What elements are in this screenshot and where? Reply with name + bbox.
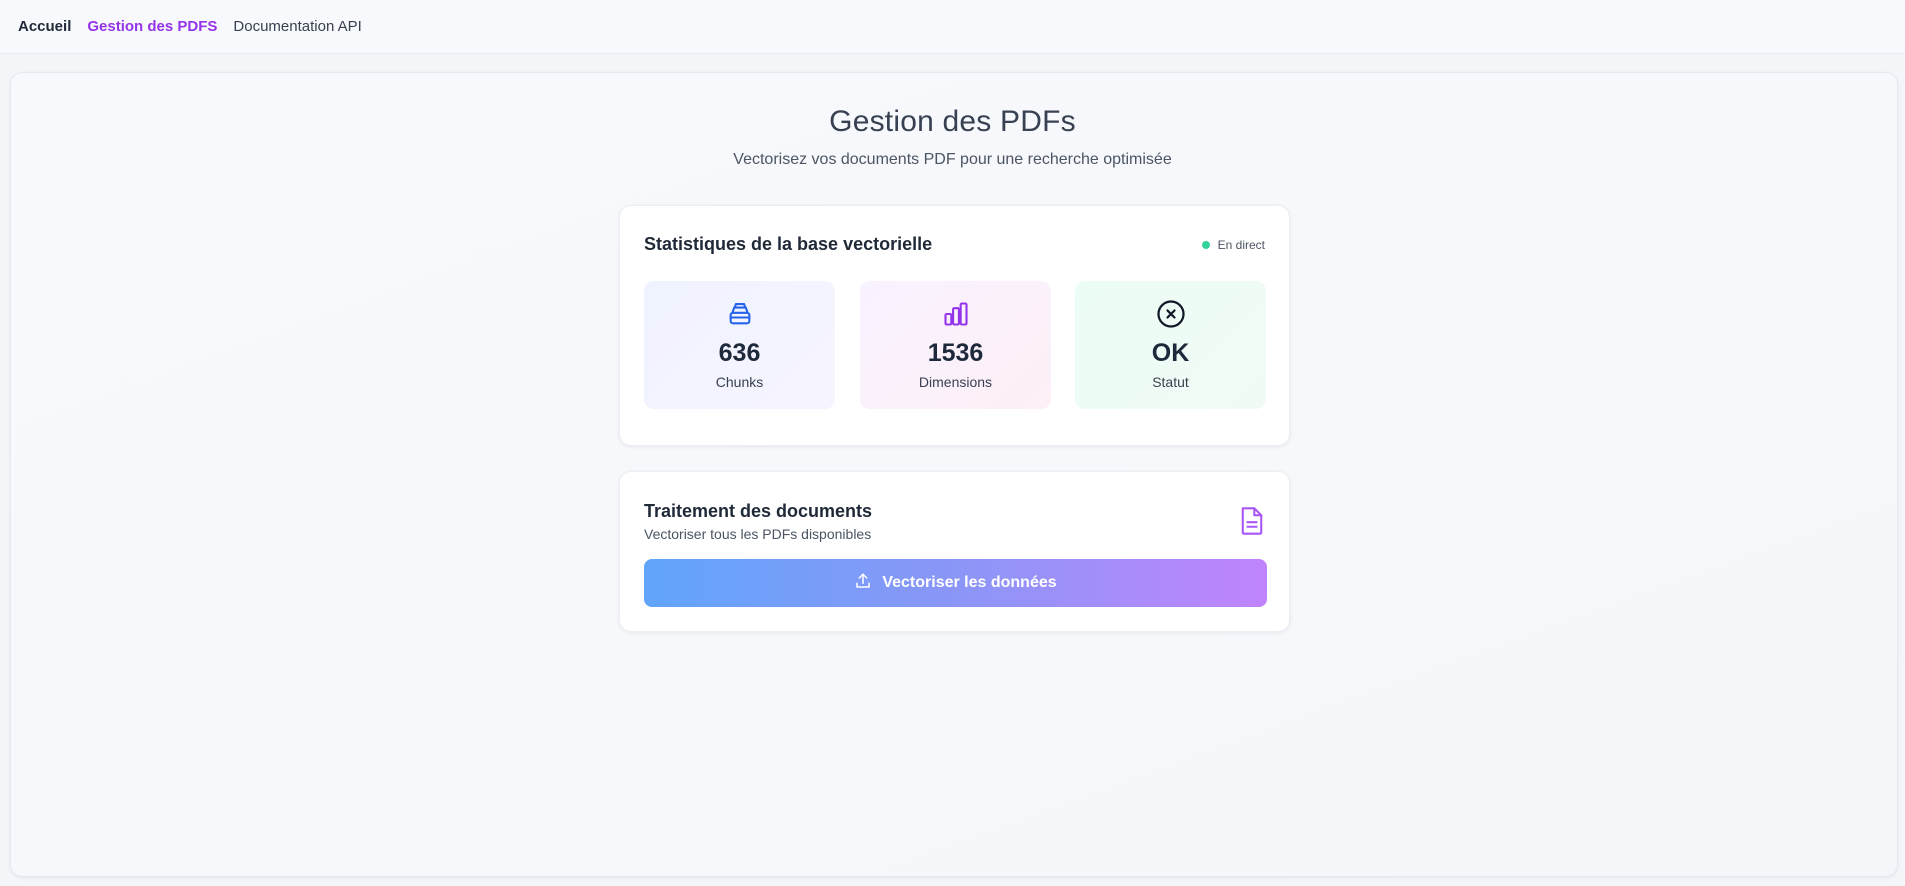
page-title: Gestion des PDFs <box>829 105 1076 138</box>
stat-value: OK <box>1151 339 1190 367</box>
nav-home-link[interactable]: Accueil <box>18 18 71 35</box>
close-circle-icon <box>1156 299 1186 329</box>
stat-label: Chunks <box>715 374 764 390</box>
processing-title: Traitement des documents <box>644 501 873 521</box>
stat-tile-dimensions: 1536 Dimensions <box>860 281 1051 409</box>
upload-icon <box>854 572 872 595</box>
bar-chart-icon <box>942 299 970 329</box>
top-navigation: Accueil Gestion des PDFS Documentation A… <box>0 0 1905 54</box>
stat-tile-status: OK Statut <box>1075 281 1266 409</box>
stat-label: Dimensions <box>918 374 993 390</box>
live-label: En direct <box>1217 238 1265 252</box>
stats-title: Statistiques de la base vectorielle <box>644 234 933 254</box>
stat-value: 1536 <box>927 339 984 367</box>
stat-label: Statut <box>1152 374 1189 390</box>
nav-pdf-management-link[interactable]: Gestion des PDFS <box>87 18 217 35</box>
page-subtitle: Vectorisez vos documents PDF pour une re… <box>733 151 1172 168</box>
document-icon <box>1239 506 1265 541</box>
stat-value: 636 <box>718 339 761 367</box>
stats-card: Statistiques de la base vectorielle En d… <box>619 205 1290 446</box>
vectorize-button[interactable]: Vectoriser les données <box>644 559 1267 607</box>
vectorize-button-label: Vectoriser les données <box>882 574 1057 591</box>
live-dot-icon <box>1201 241 1210 249</box>
processing-description: Vectoriser tous les PDFs disponibles <box>644 526 872 542</box>
live-indicator: En direct <box>1201 238 1265 252</box>
stat-tile-chunks: 636 Chunks <box>644 281 835 409</box>
database-icon <box>726 299 754 329</box>
nav-api-docs-link[interactable]: Documentation API <box>233 18 361 35</box>
processing-card: Traitement des documents Vectoriser tous… <box>619 471 1290 632</box>
